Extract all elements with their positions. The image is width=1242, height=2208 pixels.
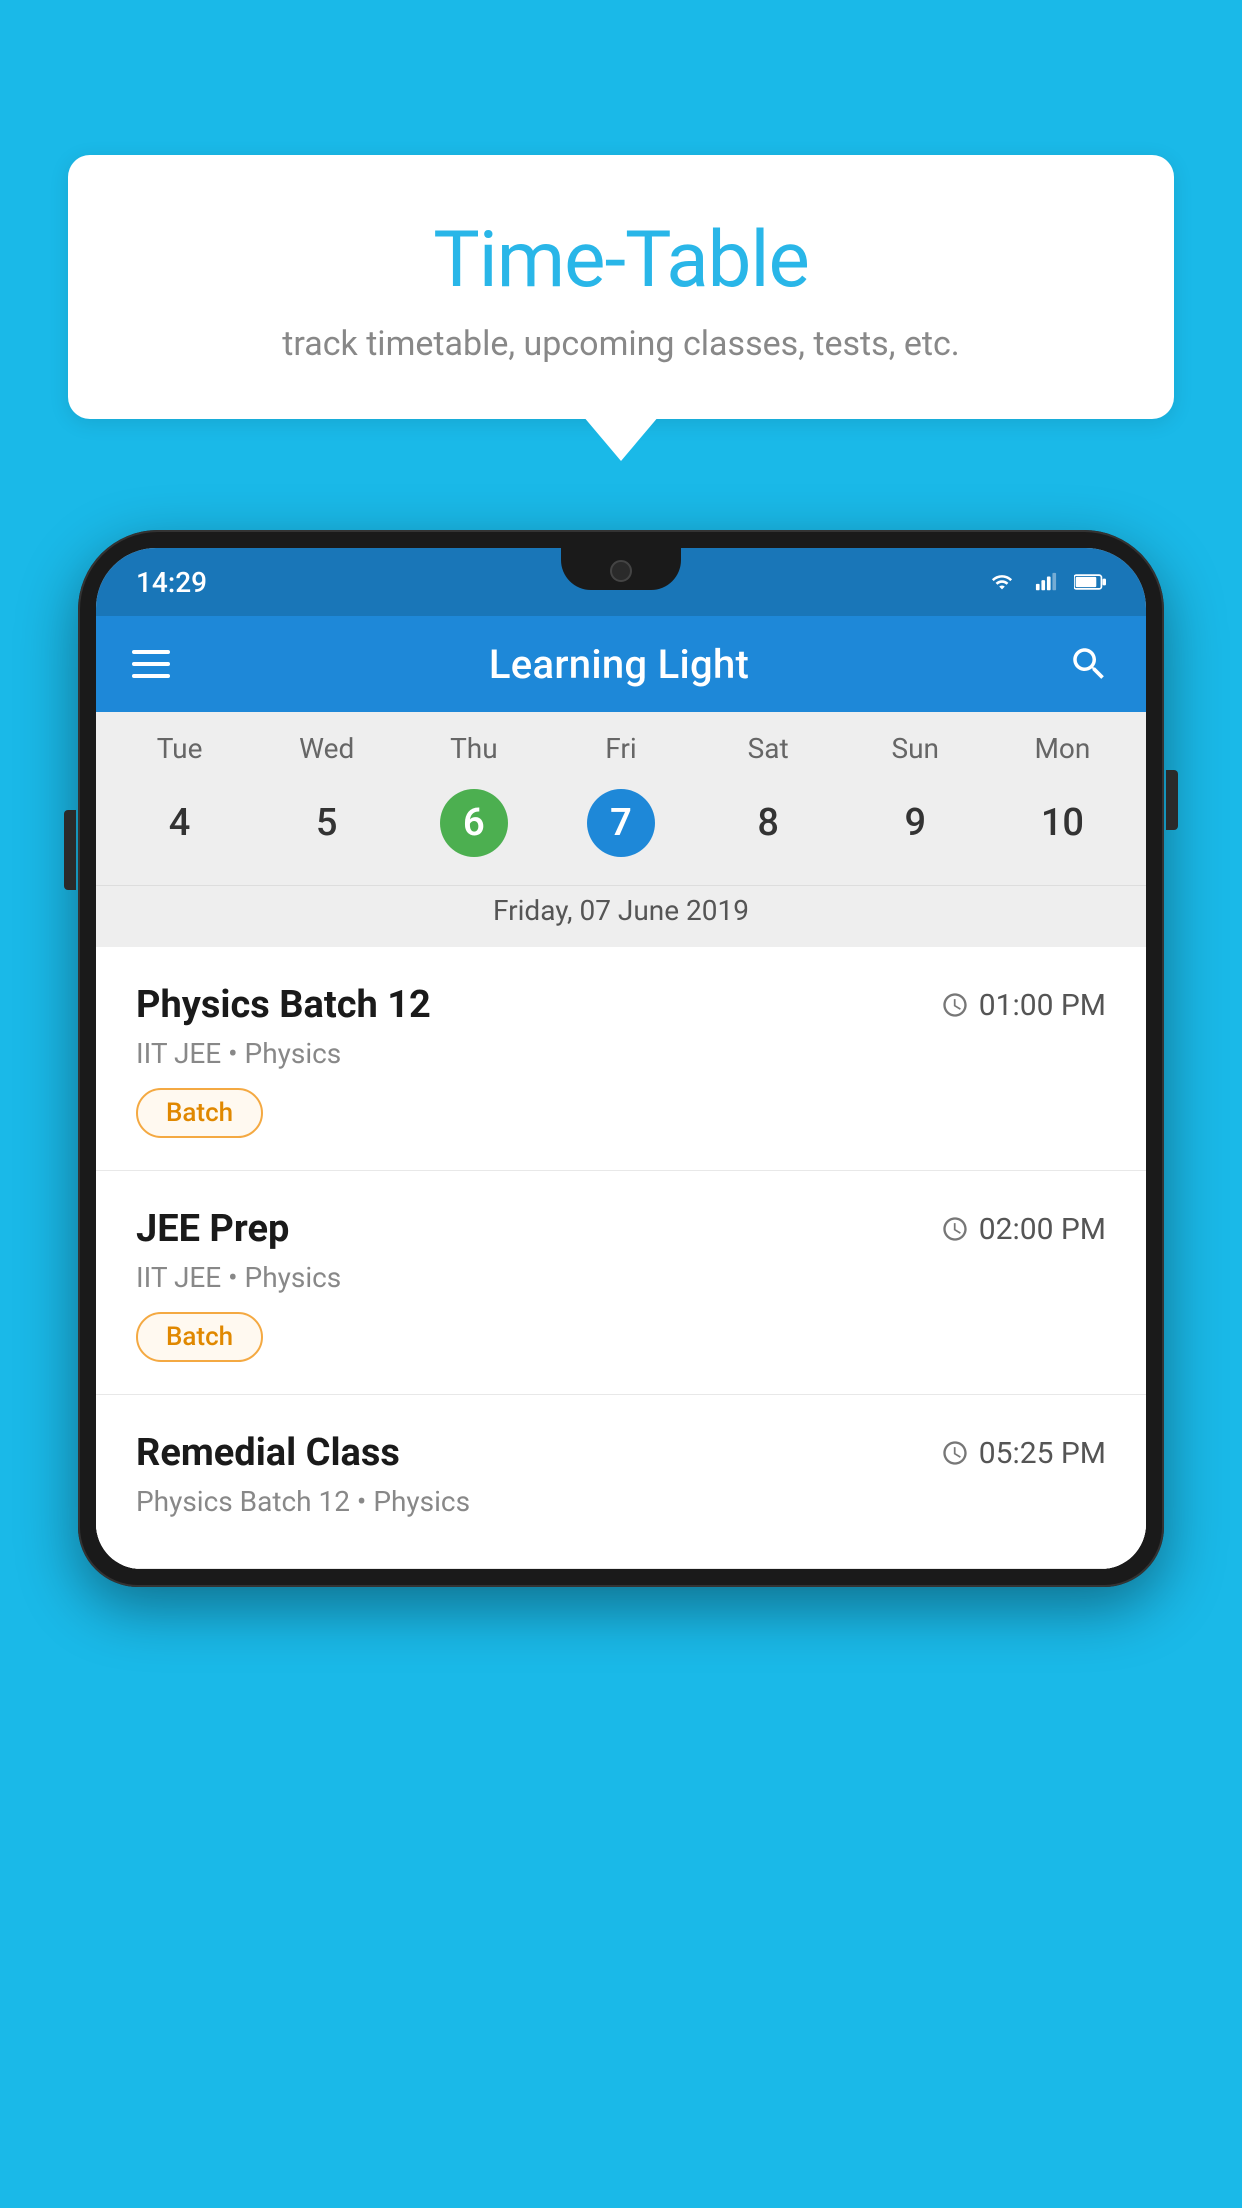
- schedule-list: Physics Batch 12 01:00 PM IIT JEE • Phys…: [96, 947, 1146, 1569]
- batch-badge-1: Batch: [136, 1088, 263, 1138]
- date-7[interactable]: 7: [547, 781, 694, 865]
- batch-badge-2: Batch: [136, 1312, 263, 1362]
- app-title: Learning Light: [489, 641, 749, 688]
- hamburger-line: [132, 650, 170, 654]
- weekdays-row: Tue Wed Thu Fri Sat Sun Mon: [96, 732, 1146, 773]
- hamburger-line: [132, 674, 170, 678]
- phone-container: 14:29: [78, 530, 1164, 2208]
- schedule-header-1: Physics Batch 12 01:00 PM: [136, 983, 1106, 1027]
- schedule-meta-3: Physics Batch 12 • Physics: [136, 1485, 1106, 1518]
- wifi-icon: [986, 571, 1018, 593]
- clock-icon-1: [941, 991, 969, 1019]
- date-9[interactable]: 9: [842, 781, 989, 865]
- schedule-name-2: JEE Prep: [136, 1207, 289, 1251]
- status-time: 14:29: [136, 566, 207, 599]
- date-10[interactable]: 10: [989, 781, 1136, 865]
- weekday-wed: Wed: [253, 732, 400, 765]
- weekday-sun: Sun: [842, 732, 989, 765]
- schedule-item-3[interactable]: Remedial Class 05:25 PM Physics Batch 12…: [96, 1395, 1146, 1569]
- notch: [561, 548, 681, 590]
- search-icon[interactable]: [1068, 643, 1110, 685]
- battery-icon: [1074, 571, 1106, 593]
- schedule-header-2: JEE Prep 02:00 PM: [136, 1207, 1106, 1251]
- speech-bubble: Time-Table track timetable, upcoming cla…: [68, 155, 1174, 419]
- weekday-tue: Tue: [106, 732, 253, 765]
- date-5[interactable]: 5: [253, 781, 400, 865]
- schedule-time-label-1: 01:00 PM: [979, 988, 1106, 1023]
- schedule-time-3: 05:25 PM: [941, 1436, 1106, 1471]
- weekday-sat: Sat: [695, 732, 842, 765]
- weekday-fri: Fri: [547, 732, 694, 765]
- status-icons: [986, 571, 1106, 593]
- schedule-item-2[interactable]: JEE Prep 02:00 PM IIT JEE • Physics Batc…: [96, 1171, 1146, 1395]
- bubble-title: Time-Table: [108, 215, 1134, 306]
- camera-dot: [610, 560, 632, 582]
- schedule-time-2: 02:00 PM: [941, 1212, 1106, 1247]
- date-4[interactable]: 4: [106, 781, 253, 865]
- hamburger-menu-icon[interactable]: [132, 650, 170, 678]
- clock-icon-3: [941, 1439, 969, 1467]
- schedule-time-label-2: 02:00 PM: [979, 1212, 1106, 1247]
- hamburger-line: [132, 662, 170, 666]
- clock-icon-2: [941, 1215, 969, 1243]
- dates-row: 4 5 6 7 8 9 10: [96, 773, 1146, 885]
- schedule-header-3: Remedial Class 05:25 PM: [136, 1431, 1106, 1475]
- bubble-subtitle: track timetable, upcoming classes, tests…: [108, 324, 1134, 364]
- weekday-mon: Mon: [989, 732, 1136, 765]
- schedule-time-label-3: 05:25 PM: [979, 1436, 1106, 1471]
- app-bar: Learning Light: [96, 616, 1146, 712]
- selected-date-label: Friday, 07 June 2019: [96, 885, 1146, 947]
- schedule-item-1[interactable]: Physics Batch 12 01:00 PM IIT JEE • Phys…: [96, 947, 1146, 1171]
- date-6[interactable]: 6: [400, 781, 547, 865]
- schedule-meta-2: IIT JEE • Physics: [136, 1261, 1106, 1294]
- weekday-thu: Thu: [400, 732, 547, 765]
- schedule-name-1: Physics Batch 12: [136, 983, 431, 1027]
- signal-icon: [1030, 571, 1062, 593]
- calendar: Tue Wed Thu Fri Sat Sun Mon 4 5 6 7 8 9 …: [96, 712, 1146, 947]
- status-bar: 14:29: [96, 548, 1146, 616]
- schedule-time-1: 01:00 PM: [941, 988, 1106, 1023]
- schedule-name-3: Remedial Class: [136, 1431, 400, 1475]
- phone-screen: 14:29: [96, 548, 1146, 1569]
- schedule-meta-1: IIT JEE • Physics: [136, 1037, 1106, 1070]
- date-8[interactable]: 8: [695, 781, 842, 865]
- phone-outer: 14:29: [78, 530, 1164, 1587]
